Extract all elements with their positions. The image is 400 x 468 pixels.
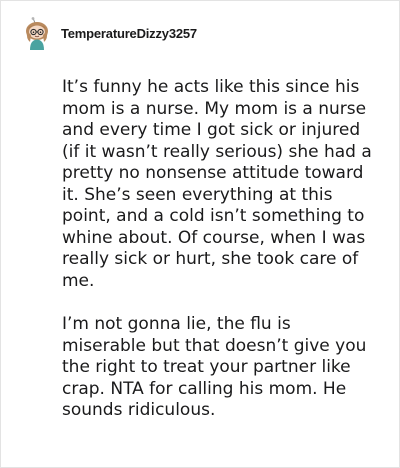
reddit-snoo-avatar-icon[interactable] xyxy=(23,17,51,51)
comment-body: It’s funny he acts like this since his m… xyxy=(62,77,380,444)
username[interactable]: TemperatureDizzy3257 xyxy=(61,26,197,42)
comment-paragraph: I’m not gonna lie, the flu is miserable … xyxy=(62,314,367,420)
comment-header: TemperatureDizzy3257 xyxy=(23,17,197,51)
comment-card: TemperatureDizzy3257 It’s funny he acts … xyxy=(0,0,400,468)
comment-paragraph: It’s funny he acts like this since his m… xyxy=(62,77,372,291)
